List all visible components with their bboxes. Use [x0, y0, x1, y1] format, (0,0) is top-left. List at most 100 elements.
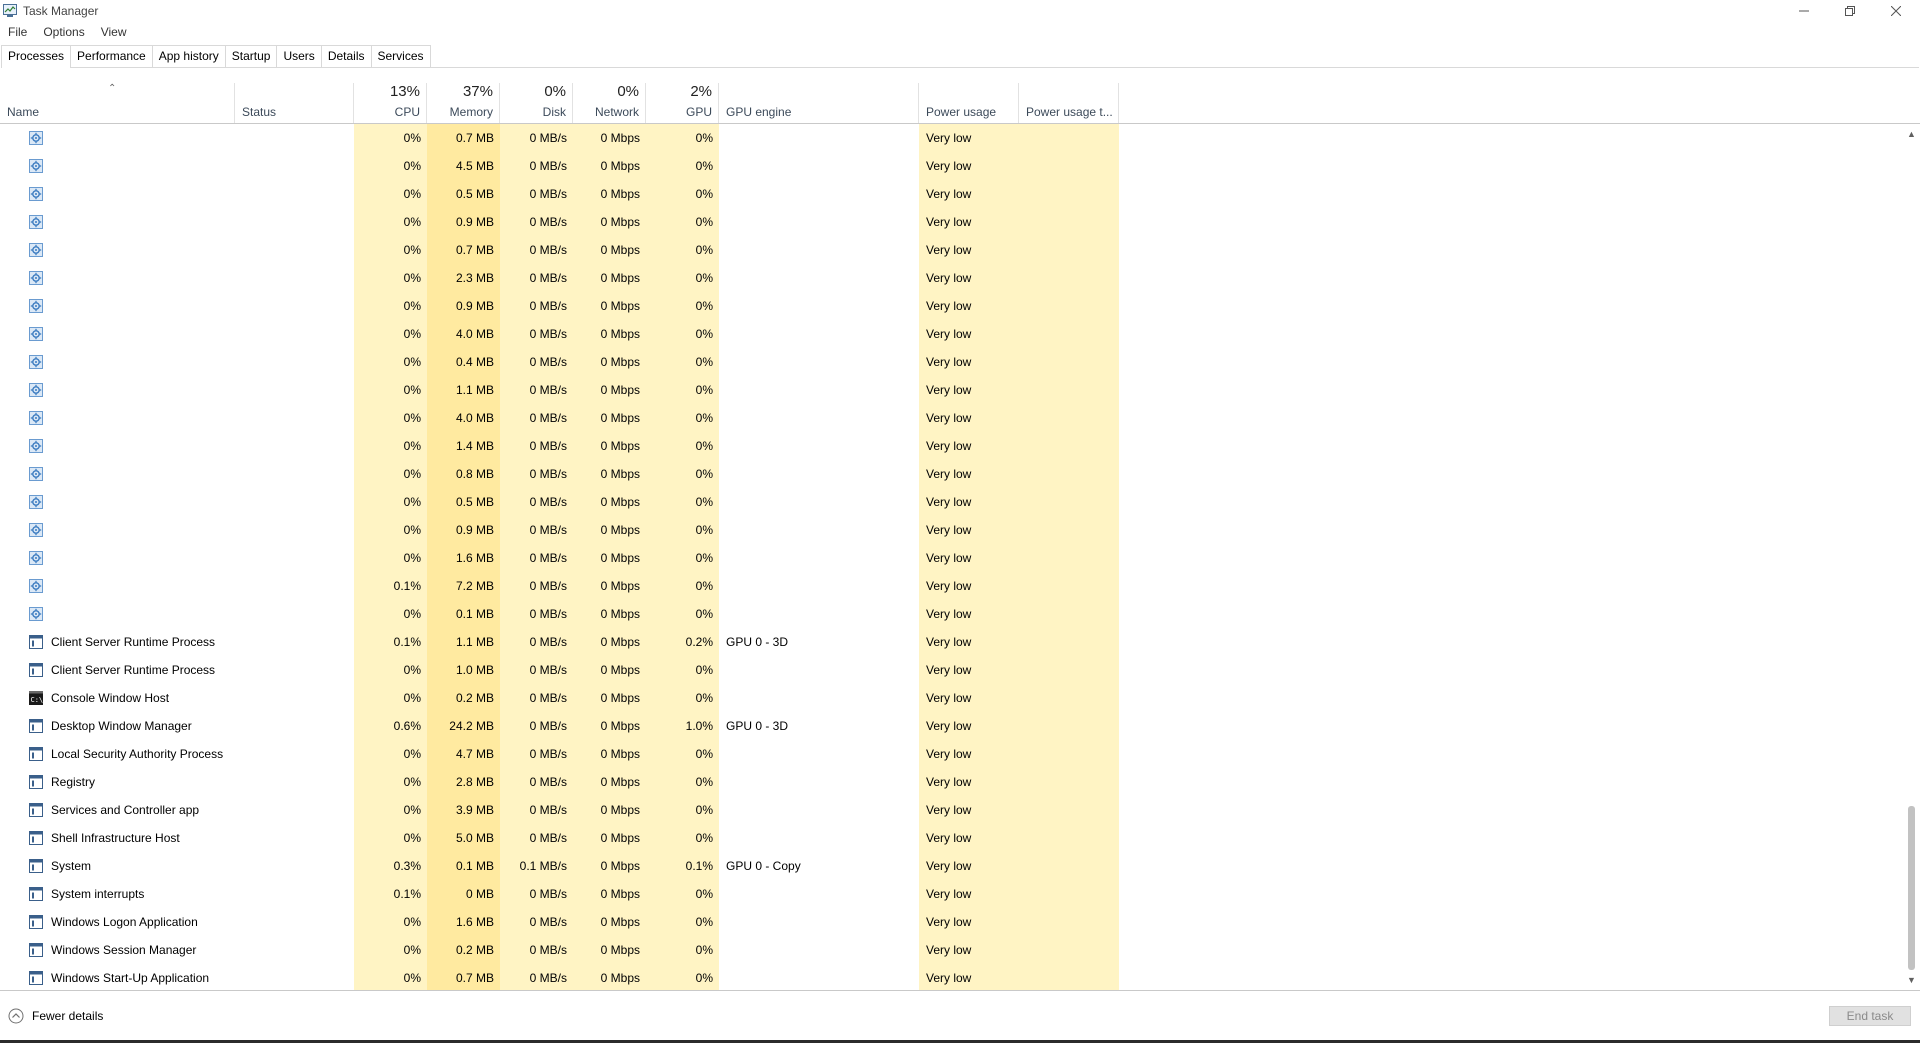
- header-name[interactable]: ⌃ Name: [0, 83, 235, 123]
- process-row[interactable]: 0% 0.5 MB 0 MB/s 0 Mbps 0% Very low: [0, 488, 1905, 516]
- process-power-usage: Very low: [926, 831, 972, 845]
- process-gpu-engine: [719, 936, 919, 964]
- service-gear-icon: [29, 383, 43, 397]
- process-memory: 1.1 MB: [455, 635, 494, 649]
- process-name: Local Security Authority Process: [51, 747, 224, 761]
- process-row[interactable]: Windows Start-Up Application 0% 0.7 MB 0 MB…: [0, 964, 1905, 992]
- process-row[interactable]: Client Server Runtime Process 0% 1.0 MB 0 M…: [0, 656, 1905, 684]
- tab-details[interactable]: Details: [320, 45, 372, 67]
- process-row[interactable]: Services and Controller app 0% 3.9 MB 0 MB/…: [0, 796, 1905, 824]
- process-row[interactable]: 0% 0.8 MB 0 MB/s 0 Mbps 0% Very low: [0, 460, 1905, 488]
- process-memory: 0.8 MB: [455, 467, 494, 481]
- process-name: Windows Start-Up Application: [51, 971, 210, 985]
- process-cpu: 0%: [403, 271, 421, 285]
- process-row[interactable]: 0% 0.9 MB 0 MB/s 0 Mbps 0% Very low: [0, 516, 1905, 544]
- menu-file[interactable]: File: [0, 23, 35, 42]
- header-cpu[interactable]: 13% CPU: [354, 83, 427, 123]
- tab-startup[interactable]: Startup: [224, 45, 278, 67]
- tab-services[interactable]: Services: [370, 45, 431, 67]
- svg-text:C:\: C:\: [31, 696, 44, 704]
- process-row[interactable]: 0% 0.7 MB 0 MB/s 0 Mbps 0% Very low: [0, 124, 1905, 152]
- process-cpu: 0%: [403, 159, 421, 173]
- process-gpu: 0%: [695, 271, 713, 285]
- process-power-usage: Very low: [926, 719, 972, 733]
- process-row[interactable]: System interrupts 0.1% 0 MB 0 MB/s 0 Mbps 0% V…: [0, 880, 1905, 908]
- service-gear-icon: [29, 439, 43, 453]
- process-row[interactable]: 0% 0.9 MB 0 MB/s 0 Mbps 0% Very low: [0, 292, 1905, 320]
- process-gpu: 0%: [695, 327, 713, 341]
- header-memory[interactable]: 37% Memory: [427, 83, 500, 123]
- process-gpu: 0%: [695, 887, 713, 901]
- process-network: 0 Mbps: [600, 579, 640, 593]
- process-row[interactable]: 0% 0.7 MB 0 MB/s 0 Mbps 0% Very low: [0, 236, 1905, 264]
- process-row[interactable]: Windows Logon Application 0% 1.6 MB 0 MB/s 0…: [0, 908, 1905, 936]
- header-status[interactable]: Status: [235, 83, 354, 123]
- process-gpu: 0%: [695, 355, 713, 369]
- process-gpu: 0%: [695, 131, 713, 145]
- process-row[interactable]: Shell Infrastructure Host 0% 5.0 MB 0 MB/s 0…: [0, 824, 1905, 852]
- header-gpu-engine[interactable]: GPU engine: [719, 83, 919, 123]
- end-task-button[interactable]: End task: [1829, 1006, 1911, 1026]
- vertical-scrollbar[interactable]: ▲ ▼: [1903, 124, 1920, 990]
- scroll-down-icon[interactable]: ▼: [1903, 972, 1920, 988]
- tab-users[interactable]: Users: [276, 45, 322, 67]
- process-row[interactable]: 0% 4.0 MB 0 MB/s 0 Mbps 0% Very low: [0, 404, 1905, 432]
- close-button[interactable]: [1873, 0, 1919, 22]
- process-disk: 0 MB/s: [529, 663, 567, 677]
- title-bar: Task Manager: [0, 0, 1920, 22]
- process-disk: 0 MB/s: [529, 523, 567, 537]
- process-cpu: 0%: [403, 971, 421, 985]
- process-gpu-engine: [719, 908, 919, 936]
- process-power-usage: Very low: [926, 299, 972, 313]
- process-name: Windows Session Manager: [51, 943, 197, 957]
- process-row[interactable]: Client Server Runtime Process 0.1% 1.1 MB 0…: [0, 628, 1905, 656]
- process-gpu-engine: [719, 460, 919, 488]
- process-list: 0% 0.7 MB 0 MB/s 0 Mbps 0% Very low 0% 4.5 MB 0 …: [0, 124, 1905, 992]
- process-row[interactable]: 0% 2.3 MB 0 MB/s 0 Mbps 0% Very low: [0, 264, 1905, 292]
- process-gpu: 0.1%: [685, 859, 713, 873]
- tab-performance[interactable]: Performance: [70, 45, 153, 67]
- process-memory: 4.7 MB: [455, 747, 494, 761]
- process-row[interactable]: 0% 1.4 MB 0 MB/s 0 Mbps 0% Very low: [0, 432, 1905, 460]
- process-network: 0 Mbps: [600, 831, 640, 845]
- process-row[interactable]: 0% 0.4 MB 0 MB/s 0 Mbps 0% Very low: [0, 348, 1905, 376]
- process-row[interactable]: 0% 0.5 MB 0 MB/s 0 Mbps 0% Very low: [0, 180, 1905, 208]
- process-disk: 0 MB/s: [529, 271, 567, 285]
- process-row[interactable]: 0% 4.5 MB 0 MB/s 0 Mbps 0% Very low: [0, 152, 1905, 180]
- process-row[interactable]: C:\ Console Window Host 0% 0.2 MB 0 MB/s 0 Mb…: [0, 684, 1905, 712]
- process-row[interactable]: 0% 1.6 MB 0 MB/s 0 Mbps 0% Very low: [0, 544, 1905, 572]
- process-row[interactable]: System 0.3% 0.1 MB 0.1 MB/s 0 Mbps 0.1% GPU 0 …: [0, 852, 1905, 880]
- process-memory: 0.7 MB: [455, 131, 494, 145]
- header-cpu-label: CPU: [394, 105, 420, 119]
- process-row[interactable]: Desktop Window Manager 0.6% 24.2 MB 0 MB/s 0…: [0, 712, 1905, 740]
- process-row[interactable]: 0% 0.9 MB 0 MB/s 0 Mbps 0% Very low: [0, 208, 1905, 236]
- header-network[interactable]: 0% Network: [573, 83, 646, 123]
- process-row[interactable]: 0% 1.1 MB 0 MB/s 0 Mbps 0% Very low: [0, 376, 1905, 404]
- fewer-details-button[interactable]: Fewer details: [8, 1006, 103, 1026]
- minimize-button[interactable]: [1781, 0, 1827, 22]
- process-row[interactable]: Windows Session Manager 0% 0.2 MB 0 MB/s 0 M…: [0, 936, 1905, 964]
- process-row[interactable]: Local Security Authority Process 0% 4.7 MB…: [0, 740, 1905, 768]
- header-gpu[interactable]: 2% GPU: [646, 83, 719, 123]
- restore-button[interactable]: [1827, 0, 1873, 22]
- header-disk[interactable]: 0% Disk: [500, 83, 573, 123]
- process-gpu-engine: [719, 880, 919, 908]
- process-row[interactable]: 0% 0.1 MB 0 MB/s 0 Mbps 0% Very low: [0, 600, 1905, 628]
- scroll-up-icon[interactable]: ▲: [1903, 126, 1920, 142]
- process-gpu-engine: [719, 768, 919, 796]
- menu-options[interactable]: Options: [35, 23, 92, 42]
- process-row[interactable]: Registry 0% 2.8 MB 0 MB/s 0 Mbps 0% Very low: [0, 768, 1905, 796]
- process-network: 0 Mbps: [600, 215, 640, 229]
- tab-processes[interactable]: Processes: [1, 45, 72, 68]
- scrollbar-thumb[interactable]: [1908, 806, 1915, 970]
- process-gpu: 0%: [695, 299, 713, 313]
- header-power-usage[interactable]: Power usage: [919, 83, 1019, 123]
- process-disk: 0 MB/s: [529, 747, 567, 761]
- menu-view[interactable]: View: [93, 23, 135, 42]
- process-row[interactable]: 0% 4.0 MB 0 MB/s 0 Mbps 0% Very low: [0, 320, 1905, 348]
- process-gpu-engine: [719, 236, 919, 264]
- process-row[interactable]: 0.1% 7.2 MB 0 MB/s 0 Mbps 0% Very low: [0, 572, 1905, 600]
- header-power-usage-trend[interactable]: Power usage t...: [1019, 83, 1119, 123]
- tab-app-history[interactable]: App history: [151, 45, 226, 67]
- service-gear-icon: [29, 523, 43, 537]
